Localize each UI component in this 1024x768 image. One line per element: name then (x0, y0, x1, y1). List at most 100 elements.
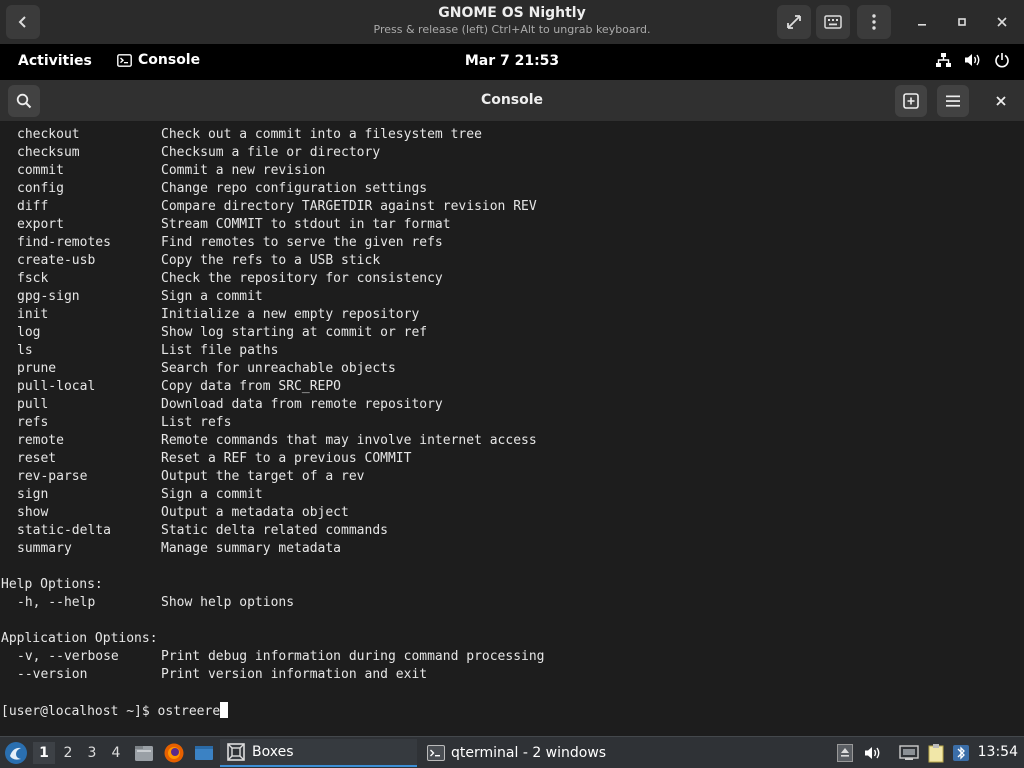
workspace-1[interactable]: 1 (33, 742, 55, 764)
start-menu-icon[interactable] (4, 741, 28, 765)
tray-bluetooth[interactable] (950, 742, 972, 764)
command-name: rev-parse (17, 469, 88, 484)
activities-button[interactable]: Activities (18, 53, 92, 69)
back-icon (18, 16, 26, 28)
workspace-4[interactable]: 4 (105, 742, 127, 764)
command-description: Print version information and exit (161, 667, 428, 682)
command-name: prune (17, 361, 57, 376)
tray-network[interactable] (898, 742, 920, 764)
close-icon (997, 17, 1007, 27)
workspace-3[interactable]: 3 (81, 742, 103, 764)
command-description: Change repo configuration settings (161, 181, 428, 196)
close-console-button[interactable] (985, 85, 1017, 117)
hamburger-menu-icon (946, 95, 960, 107)
volume-icon (965, 54, 980, 66)
command-name: commit (17, 163, 64, 178)
vm-window-header: GNOME OS Nightly Press & release (left) … (0, 0, 1024, 44)
new-tab-button[interactable] (895, 85, 927, 117)
command-name: show (17, 505, 49, 520)
command-name: config (17, 181, 64, 196)
command-description: Commit a new revision (161, 163, 326, 178)
command-name: ls (17, 343, 33, 358)
command-name: remote (17, 433, 64, 448)
help-options-header: Help Options: (1, 577, 103, 592)
command-description: Search for unreachable objects (161, 361, 396, 376)
command-name: init (17, 307, 49, 322)
command-name: pull (17, 397, 49, 412)
vm-subtitle: Press & release (left) Ctrl+Alt to ungra… (373, 23, 651, 36)
console-app-icon (117, 53, 132, 67)
task-qterminal[interactable]: qterminal - 2 windows (421, 739, 701, 767)
shell-prompt-line[interactable]: [user@localhost ~]$ ostreere (1, 702, 229, 720)
command-description: Compare directory TARGETDIR against revi… (161, 199, 537, 214)
command-name: export (17, 217, 64, 232)
tray-volume[interactable] (862, 742, 884, 764)
command-name: --version (17, 667, 88, 682)
command-name: diff (17, 199, 49, 214)
command-description: Print debug information during command p… (161, 649, 545, 664)
tray-clipboard[interactable] (925, 742, 947, 764)
command-description: Copy the refs to a USB stick (161, 253, 381, 268)
show-desktop-icon[interactable] (193, 742, 215, 764)
command-description: Show log starting at commit or ref (161, 325, 428, 340)
command-description: List file paths (161, 343, 279, 358)
command-description: Sign a commit (161, 487, 263, 502)
task-boxes-label: Boxes (252, 744, 294, 760)
firefox-icon[interactable] (163, 742, 185, 764)
app-menu[interactable]: Console (117, 52, 200, 68)
command-name: gpg-sign (17, 289, 80, 304)
back-button[interactable] (6, 5, 40, 39)
system-status-area[interactable] (935, 52, 1010, 68)
file-manager-icon[interactable] (133, 742, 155, 764)
console-header-bar: Console (0, 80, 1024, 122)
command-description: Copy data from SRC_REPO (161, 379, 342, 394)
fullscreen-button[interactable] (777, 5, 811, 39)
command-description: Output a metadata object (161, 505, 349, 520)
close-icon (996, 96, 1006, 106)
taskbar: 1 2 3 4 Boxes qterminal - 2 windows 13:5… (0, 736, 1024, 768)
gnome-top-bar: Activities Console Mar 7 21:53 (0, 44, 1024, 80)
taskbar-clock[interactable]: 13:54 (978, 744, 1018, 760)
clipboard-icon (928, 744, 944, 763)
keyboard-button[interactable] (816, 5, 850, 39)
date-clock[interactable]: Mar 7 21:53 (412, 53, 612, 69)
command-description: Output the target of a rev (161, 469, 365, 484)
workspace-2[interactable]: 2 (57, 742, 79, 764)
command-description: Check out a commit into a filesystem tre… (161, 127, 482, 142)
terminal-icon (427, 745, 445, 761)
text-cursor (220, 702, 229, 718)
command-name: find-remotes (17, 235, 111, 250)
console-title: Console (480, 92, 544, 108)
command-description: Stream COMMIT to stdout in tar format (161, 217, 451, 232)
keyboard-icon (824, 15, 842, 29)
command-name: -v, --verbose (17, 649, 119, 664)
command-name: static-delta (17, 523, 111, 538)
close-button[interactable] (985, 5, 1019, 39)
command-description: Static delta related commands (161, 523, 388, 538)
vm-menu-button[interactable] (857, 5, 891, 39)
task-qterminal-label: qterminal - 2 windows (451, 745, 607, 761)
command-description: Checksum a file or directory (161, 145, 381, 160)
command-description: Download data from remote repository (161, 397, 443, 412)
power-icon (995, 53, 1009, 68)
boxes-icon (227, 743, 245, 761)
command-description: Find remotes to serve the given refs (161, 235, 443, 250)
maximize-icon (958, 18, 966, 26)
search-button[interactable] (8, 85, 40, 117)
task-boxes[interactable]: Boxes (220, 739, 417, 767)
minimize-icon (918, 24, 926, 26)
minimize-button[interactable] (905, 5, 939, 39)
command-description: Remote commands that may involve interne… (161, 433, 537, 448)
terminal-output[interactable]: checkout Check out a commit into a filesy… (0, 122, 1024, 736)
command-input[interactable]: ostreere (158, 704, 221, 719)
application-options-header: Application Options: (1, 631, 158, 646)
command-name: refs (17, 415, 49, 430)
fullscreen-icon (787, 15, 801, 29)
main-menu-button[interactable] (937, 85, 969, 117)
command-description: Initialize a new empty repository (161, 307, 420, 322)
tray-updates[interactable] (834, 742, 856, 764)
command-name: checkout (17, 127, 80, 142)
command-name: create-usb (17, 253, 96, 268)
maximize-button[interactable] (945, 5, 979, 39)
shell-prompt: [user@localhost ~]$ (1, 704, 158, 719)
